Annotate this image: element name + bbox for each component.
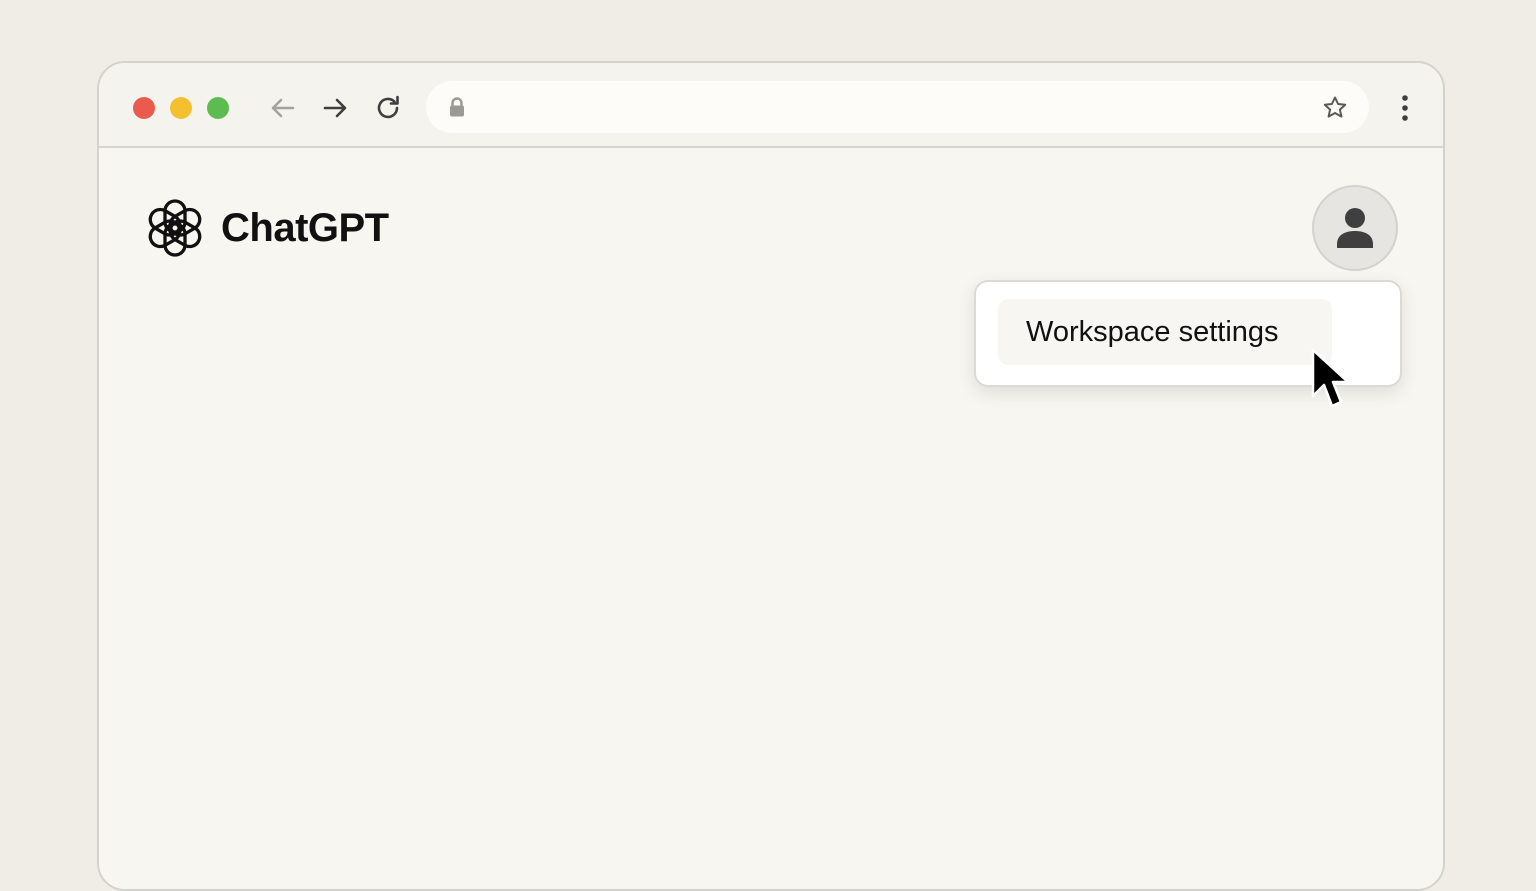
address-bar[interactable] — [426, 81, 1369, 133]
browser-menu-button[interactable] — [1389, 91, 1421, 125]
user-avatar-button[interactable] — [1312, 185, 1398, 271]
workspace-settings-menu-item[interactable]: Workspace settings — [998, 299, 1332, 365]
arrow-right-icon — [323, 98, 347, 118]
star-icon[interactable] — [1321, 94, 1349, 122]
browser-toolbar — [99, 63, 1443, 148]
minimize-window-button[interactable] — [170, 97, 192, 119]
kebab-menu-icon — [1402, 95, 1408, 121]
chatgpt-logo[interactable]: ChatGPT — [143, 196, 389, 260]
arrow-left-icon — [271, 98, 295, 118]
browser-window: ChatGPT Workspace settings — [97, 61, 1445, 891]
openai-logo-icon — [148, 199, 202, 257]
reload-button[interactable] — [372, 92, 404, 124]
app-name: ChatGPT — [221, 206, 389, 250]
lock-icon — [450, 97, 464, 117]
forward-button[interactable] — [319, 92, 351, 124]
maximize-window-button[interactable] — [207, 97, 229, 119]
reload-icon — [377, 95, 399, 119]
mouse-cursor-icon — [1311, 348, 1350, 408]
back-button[interactable] — [267, 92, 299, 124]
chatgpt-page: ChatGPT Workspace settings — [99, 148, 1443, 889]
user-icon — [1337, 208, 1373, 248]
close-window-button[interactable] — [133, 97, 155, 119]
